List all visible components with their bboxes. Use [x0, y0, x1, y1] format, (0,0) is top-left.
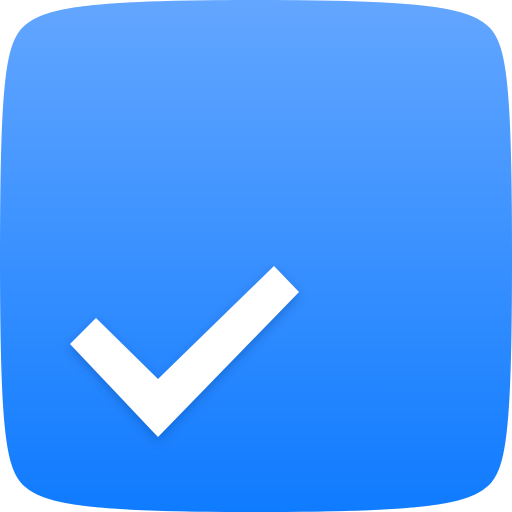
app-icon-canvas [0, 0, 512, 512]
app-icon[interactable] [0, 0, 512, 512]
icon-background [0, 0, 512, 512]
